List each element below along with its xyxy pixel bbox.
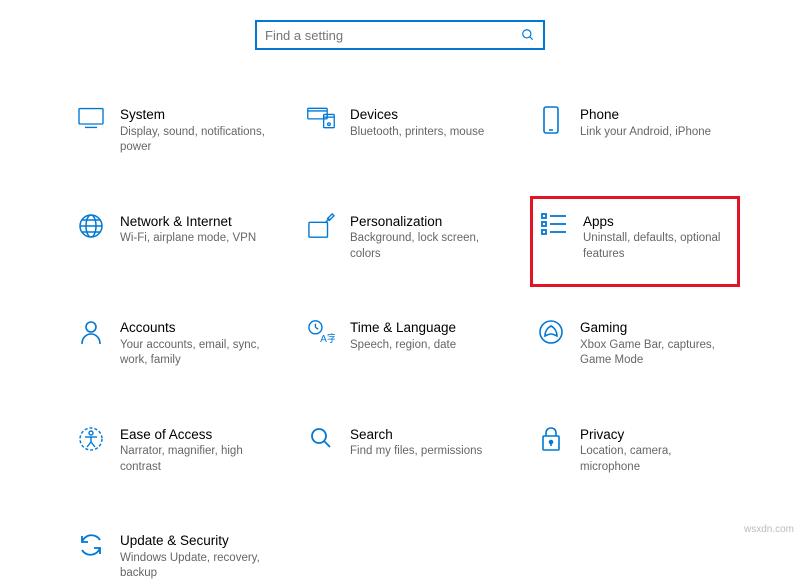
tile-update-security[interactable]: Update & Security Windows Update, recove… [70, 526, 280, 588]
tile-desc: Bluetooth, printers, mouse [350, 125, 504, 141]
tile-title: Time & Language [350, 319, 504, 337]
tile-desc: Your accounts, email, sync, work, family [120, 338, 274, 369]
personalization-icon [306, 213, 336, 239]
tile-text: Phone Link your Android, iPhone [580, 106, 734, 140]
devices-icon [306, 106, 336, 130]
tile-title: System [120, 106, 274, 124]
tile-title: Phone [580, 106, 734, 124]
tile-desc: Wi-Fi, airplane mode, VPN [120, 231, 274, 247]
tile-text: System Display, sound, notifications, po… [120, 106, 274, 156]
tile-desc: Windows Update, recovery, backup [120, 551, 274, 582]
tile-personalization[interactable]: Personalization Background, lock screen,… [300, 207, 510, 269]
tile-text: Search Find my files, permissions [350, 426, 504, 460]
tile-title: Gaming [580, 319, 734, 337]
tile-title: Network & Internet [120, 213, 274, 231]
tile-desc: Location, camera, microphone [580, 444, 734, 475]
tile-title: Privacy [580, 426, 734, 444]
tile-title: Update & Security [120, 532, 274, 550]
ease-of-access-icon [76, 426, 106, 452]
network-icon [76, 213, 106, 239]
tile-text: Gaming Xbox Game Bar, captures, Game Mod… [580, 319, 734, 369]
tile-title: Personalization [350, 213, 504, 231]
tile-search[interactable]: Search Find my files, permissions [300, 420, 510, 482]
tile-title: Ease of Access [120, 426, 274, 444]
tile-desc: Find my files, permissions [350, 444, 504, 460]
tile-desc: Display, sound, notifications, power [120, 125, 274, 156]
system-icon [76, 106, 106, 130]
tile-desc: Background, lock screen, colors [350, 231, 504, 262]
search-input[interactable] [265, 28, 521, 43]
tile-text: Accounts Your accounts, email, sync, wor… [120, 319, 274, 369]
accounts-icon [76, 319, 106, 345]
tile-desc: Uninstall, defaults, optional features [583, 231, 731, 262]
tile-title: Search [350, 426, 504, 444]
tile-text: Ease of Access Narrator, magnifier, high… [120, 426, 274, 476]
update-security-icon [76, 532, 106, 558]
gaming-icon [536, 319, 566, 345]
tile-text: Personalization Background, lock screen,… [350, 213, 504, 263]
tile-ease-of-access[interactable]: Ease of Access Narrator, magnifier, high… [70, 420, 280, 482]
tile-desc: Xbox Game Bar, captures, Game Mode [580, 338, 734, 369]
tile-time-language[interactable]: A字 Time & Language Speech, region, date [300, 313, 510, 375]
tile-title: Apps [583, 213, 731, 231]
tile-title: Devices [350, 106, 504, 124]
svg-text:A字: A字 [320, 332, 335, 345]
tile-phone[interactable]: Phone Link your Android, iPhone [530, 100, 740, 162]
tile-text: Apps Uninstall, defaults, optional featu… [583, 213, 731, 263]
time-language-icon: A字 [306, 319, 336, 345]
watermark: wsxdn.com [744, 524, 794, 535]
tile-accounts[interactable]: Accounts Your accounts, email, sync, wor… [70, 313, 280, 375]
search-icon [521, 28, 535, 42]
privacy-icon [536, 426, 566, 452]
tile-devices[interactable]: Devices Bluetooth, printers, mouse [300, 100, 510, 162]
tile-system[interactable]: System Display, sound, notifications, po… [70, 100, 280, 162]
tile-text: Update & Security Windows Update, recove… [120, 532, 274, 582]
tile-desc: Speech, region, date [350, 338, 504, 354]
tile-apps[interactable]: Apps Uninstall, defaults, optional featu… [530, 196, 740, 288]
tile-text: Time & Language Speech, region, date [350, 319, 504, 353]
tile-privacy[interactable]: Privacy Location, camera, microphone [530, 420, 740, 482]
search-box[interactable] [255, 20, 545, 50]
tile-network[interactable]: Network & Internet Wi-Fi, airplane mode,… [70, 207, 280, 269]
tile-title: Accounts [120, 319, 274, 337]
tile-text: Devices Bluetooth, printers, mouse [350, 106, 504, 140]
tile-desc: Link your Android, iPhone [580, 125, 734, 141]
search-bar-container [0, 0, 800, 50]
apps-icon [539, 213, 569, 235]
tile-desc: Narrator, magnifier, high contrast [120, 444, 274, 475]
phone-icon [536, 106, 566, 134]
settings-grid: System Display, sound, notifications, po… [0, 100, 800, 588]
tile-text: Network & Internet Wi-Fi, airplane mode,… [120, 213, 274, 247]
search-tile-icon [306, 426, 336, 450]
tile-text: Privacy Location, camera, microphone [580, 426, 734, 476]
tile-gaming[interactable]: Gaming Xbox Game Bar, captures, Game Mod… [530, 313, 740, 375]
